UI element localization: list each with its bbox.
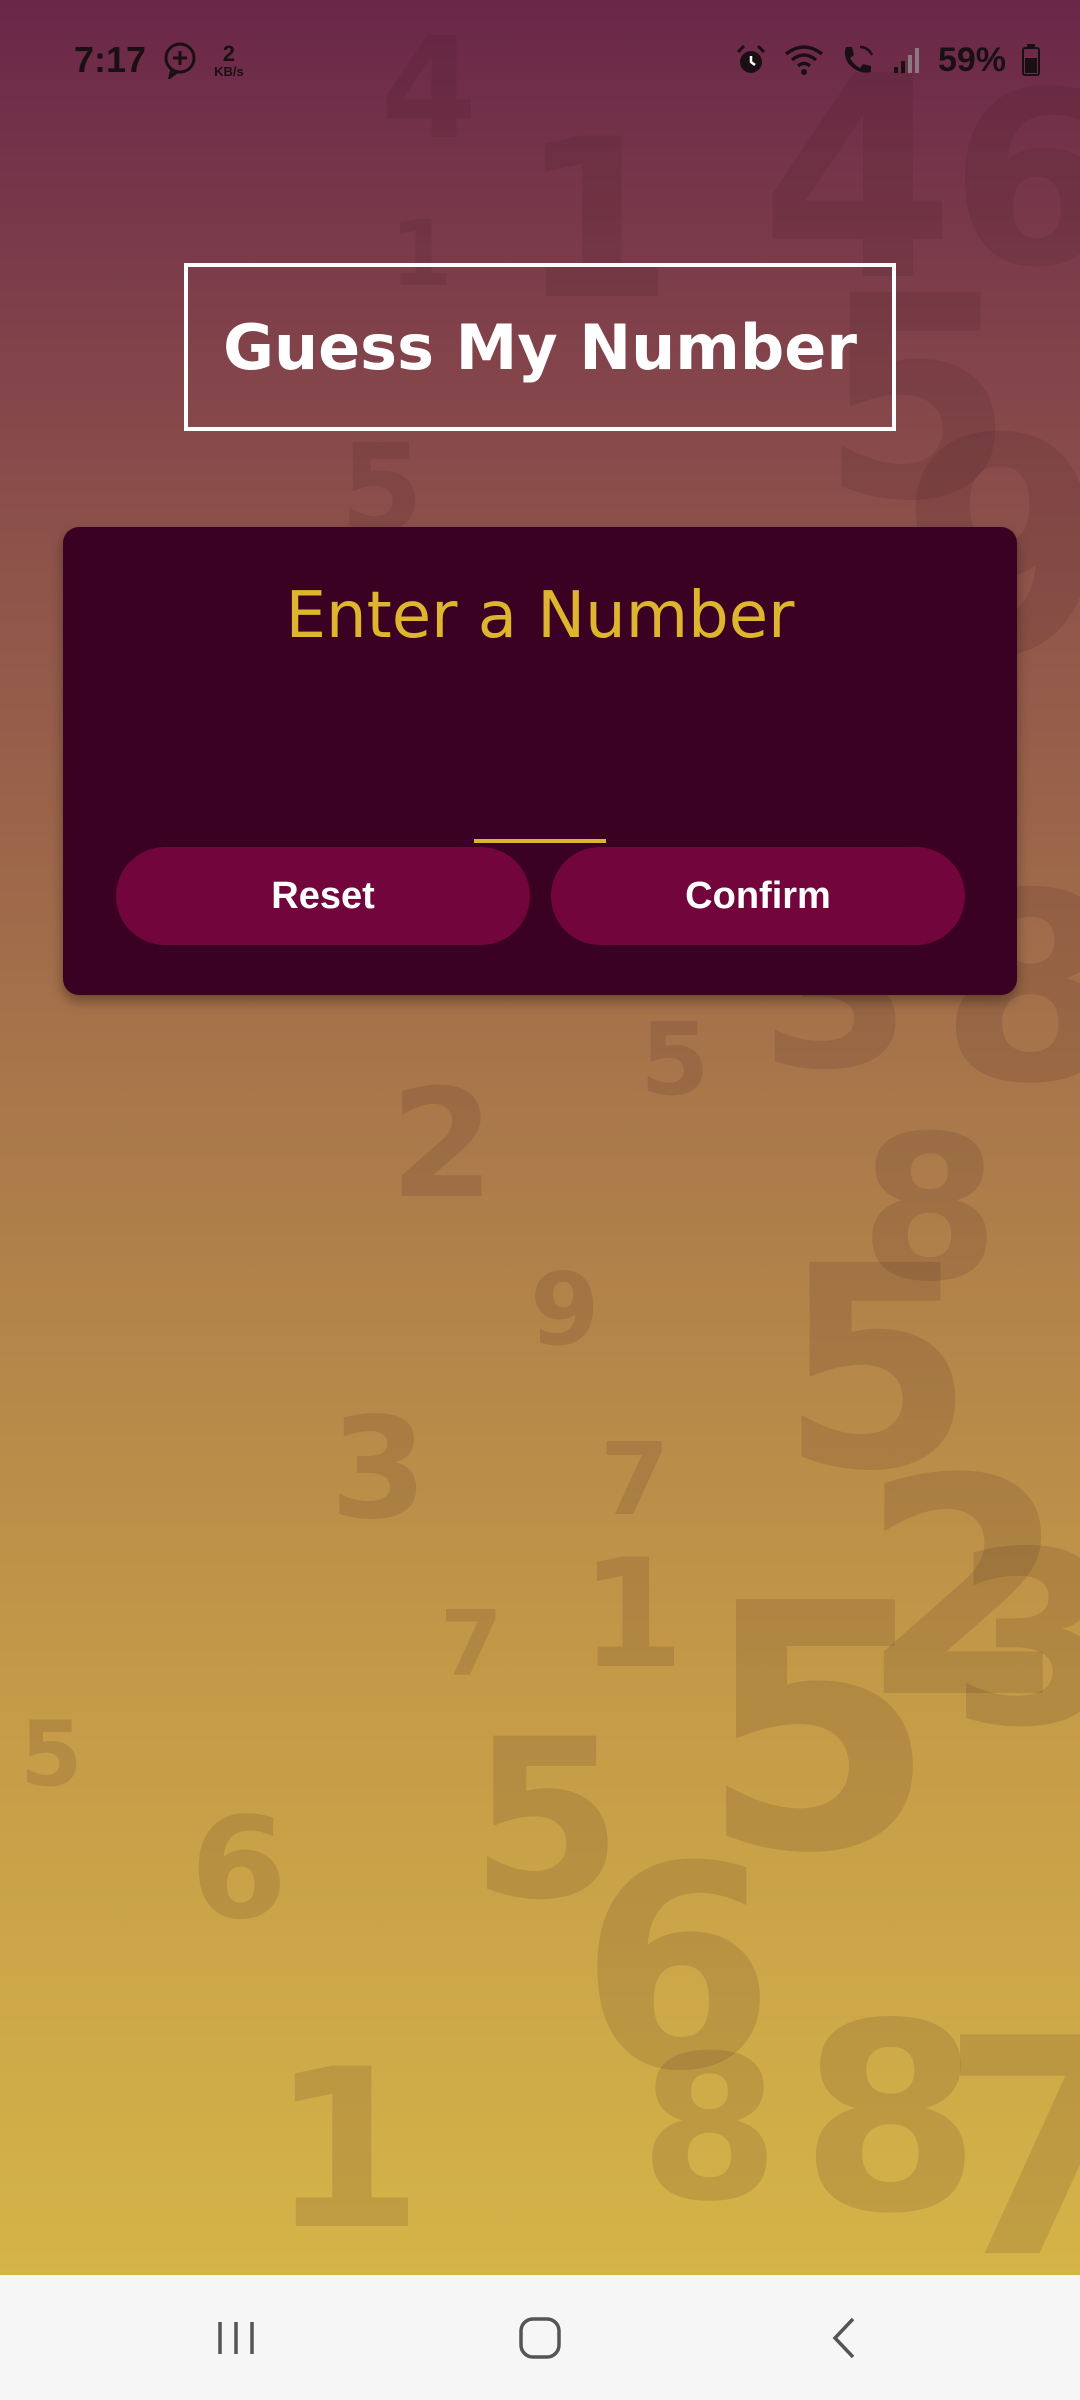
network-speed-unit: KB/s (214, 63, 244, 79)
card-heading: Enter a Number (285, 579, 795, 653)
title-box: Guess My Number (184, 263, 896, 431)
page-title: Guess My Number (223, 310, 857, 384)
recent-apps-icon (218, 2321, 254, 2354)
network-speed: 2 KB/s (214, 40, 244, 79)
signal-strength-icon (892, 45, 922, 75)
reset-button[interactable]: Reset (116, 847, 530, 945)
status-bar: 7:17 2 KB/s 59% (0, 0, 1080, 120)
status-time: 7:17 (74, 39, 147, 80)
alarm-icon (734, 43, 768, 77)
battery-percent: 59% (937, 40, 1006, 79)
confirm-button[interactable]: Confirm (551, 847, 965, 945)
wifi-icon (784, 44, 824, 76)
home-button[interactable] (440, 2275, 640, 2400)
home-icon (519, 2316, 561, 2359)
network-speed-value: 2 (222, 40, 235, 66)
back-button[interactable] (744, 2275, 944, 2400)
chat-bubble-add-icon (162, 41, 198, 79)
wifi-calling-icon (840, 43, 876, 77)
battery-icon (1022, 44, 1040, 76)
back-icon (832, 2317, 855, 2358)
number-input[interactable] (474, 677, 606, 843)
recent-apps-button[interactable] (136, 2275, 336, 2400)
system-navigation-bar (0, 2275, 1080, 2400)
input-card: Enter a Number Reset Confirm (63, 527, 1017, 995)
